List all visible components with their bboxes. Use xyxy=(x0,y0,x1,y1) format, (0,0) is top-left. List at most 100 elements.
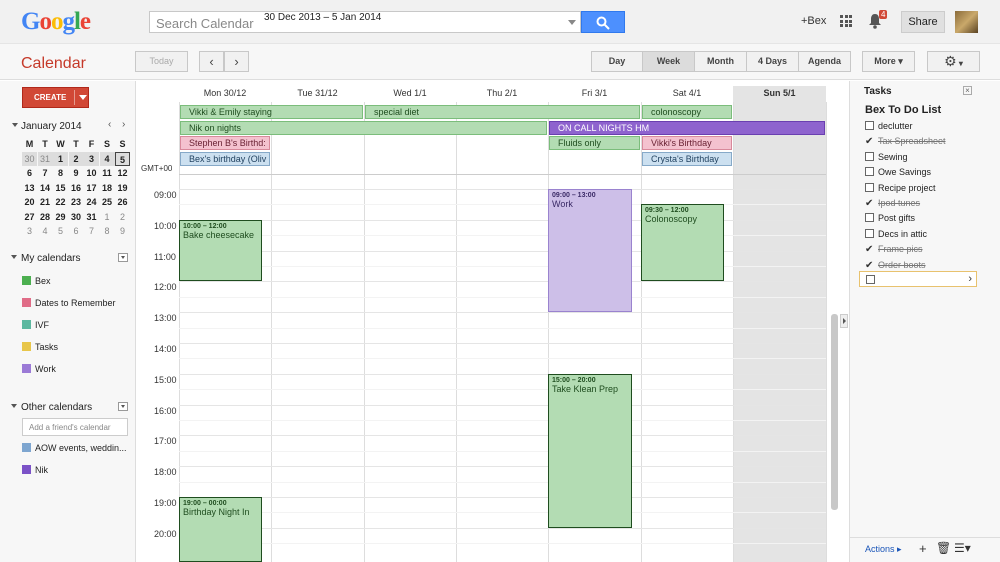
mini-calendar-day[interactable]: 7 xyxy=(38,166,53,180)
mini-calendar-day[interactable]: 31 xyxy=(37,151,53,166)
mini-calendar-day[interactable]: 1 xyxy=(53,151,68,166)
add-task-icon[interactable]: + xyxy=(919,541,927,556)
day-header[interactable]: Tue 31/12 xyxy=(271,88,364,102)
task-checkbox[interactable] xyxy=(865,228,874,238)
previous-button[interactable]: ‹ xyxy=(199,51,224,72)
mini-calendar-day[interactable]: 7 xyxy=(84,224,99,238)
calendar-item[interactable]: Nik xyxy=(22,465,48,475)
view-month-button[interactable]: Month xyxy=(694,51,747,72)
mini-calendar-day[interactable]: 8 xyxy=(100,224,115,238)
mini-calendar-day[interactable]: 1 xyxy=(100,210,115,224)
task-checkbox[interactable] xyxy=(865,182,874,192)
mini-calendar-day[interactable]: 19 xyxy=(115,181,130,195)
mini-next-month-icon[interactable]: › xyxy=(122,119,125,130)
day-header[interactable]: Sat 4/1 xyxy=(641,88,733,102)
task-checkbox[interactable] xyxy=(865,151,874,161)
calendar-item[interactable]: IVF xyxy=(22,320,49,330)
chevron-right-icon[interactable]: › xyxy=(968,273,972,285)
all-day-event[interactable]: Crysta's Birthday xyxy=(642,151,732,166)
trash-icon[interactable]: 🗑 xyxy=(936,541,951,555)
mini-calendar-day[interactable]: 26 xyxy=(115,195,130,209)
collapse-tasks-icon[interactable] xyxy=(840,314,848,328)
day-header[interactable]: Thu 2/1 xyxy=(456,88,548,102)
mini-calendar-day[interactable]: 13 xyxy=(22,181,37,195)
mini-calendar-day[interactable]: 5 xyxy=(53,224,68,238)
add-friend-calendar-input[interactable]: Add a friend's calendar xyxy=(22,418,128,436)
all-day-event[interactable]: Nik on nights xyxy=(180,120,547,135)
checkmark-icon[interactable]: ✔ xyxy=(865,136,874,147)
view-agenda-button[interactable]: Agenda xyxy=(798,51,851,72)
view-4days-button[interactable]: 4 Days xyxy=(746,51,799,72)
calendar-item[interactable]: Bex xyxy=(22,276,51,286)
search-options-icon[interactable] xyxy=(568,20,576,25)
mini-calendar-day[interactable]: 15 xyxy=(53,181,68,195)
mini-calendar-day[interactable]: 28 xyxy=(38,210,53,224)
all-day-event[interactable]: special diet xyxy=(365,105,640,119)
mini-calendar-day[interactable]: 4 xyxy=(99,151,115,166)
mini-calendar-day[interactable]: 21 xyxy=(38,195,53,209)
settings-button[interactable]: ⚙ ▾ xyxy=(927,51,980,72)
mini-calendar-day[interactable]: 12 xyxy=(115,166,130,180)
mini-calendar-day[interactable]: 11 xyxy=(100,166,115,180)
apps-grid-icon[interactable] xyxy=(840,15,852,27)
mini-calendar-day[interactable]: 25 xyxy=(100,195,115,209)
mini-calendar-day[interactable]: 3 xyxy=(84,151,99,166)
mini-calendar-day[interactable]: 27 xyxy=(22,210,37,224)
task-item[interactable]: ✔ Order boots xyxy=(865,260,926,271)
scrollbar[interactable] xyxy=(831,314,838,510)
all-day-event[interactable]: Vikki's Birthday xyxy=(642,136,732,150)
task-checkbox[interactable] xyxy=(865,213,874,223)
task-item[interactable]: Recipe project xyxy=(865,182,936,193)
day-header[interactable]: Mon 30/12 xyxy=(179,88,271,102)
timed-event[interactable]: 19:00 – 00:00 Birthday Night In xyxy=(179,497,262,562)
mini-calendar-day[interactable]: 17 xyxy=(84,181,99,195)
user-profile-link[interactable]: +Bex xyxy=(801,15,826,27)
mini-calendar-day[interactable]: 4 xyxy=(38,224,53,238)
mini-calendar-day[interactable]: 3 xyxy=(22,224,37,238)
create-dropdown-icon[interactable] xyxy=(79,95,87,100)
mini-calendar-day[interactable]: 10 xyxy=(84,166,99,180)
today-button[interactable]: Today xyxy=(135,51,188,72)
task-item[interactable]: ✔ Ipod tunes xyxy=(865,198,920,209)
timed-event[interactable]: 15:00 – 20:00 Take Klean Prep xyxy=(548,373,632,528)
create-event-button[interactable]: CREATE xyxy=(22,87,89,108)
all-day-event[interactable]: Stephen B's Birthd: xyxy=(180,136,270,150)
task-item[interactable]: ✔ Tax Spreadsheet xyxy=(865,136,946,147)
close-icon[interactable]: × xyxy=(963,86,972,95)
mini-prev-month-icon[interactable]: ‹ xyxy=(108,119,111,130)
all-day-event[interactable]: colonoscopy xyxy=(642,105,732,119)
task-checkbox[interactable] xyxy=(865,121,874,130)
timed-event[interactable]: 09:30 – 12:00 Colonoscopy xyxy=(641,204,724,282)
checkmark-icon[interactable]: ✔ xyxy=(865,244,874,255)
all-day-event[interactable]: Bex's birthday (Oliv xyxy=(180,151,270,166)
mini-calendar-day[interactable]: 6 xyxy=(22,166,37,180)
timed-event[interactable]: 10:00 – 12:00 Bake cheesecake xyxy=(179,219,262,282)
task-item[interactable]: ✔ Frame pics xyxy=(865,244,923,255)
mini-calendar-day[interactable]: 18 xyxy=(100,181,115,195)
mini-calendar-day[interactable]: 14 xyxy=(38,181,53,195)
share-button[interactable]: Share xyxy=(901,11,945,33)
mini-calendar-day[interactable]: 5 xyxy=(115,151,130,166)
mini-calendar-day[interactable]: 22 xyxy=(53,195,68,209)
all-day-event[interactable]: ON CALL NIGHTS HM xyxy=(549,120,825,135)
mini-calendar-day[interactable]: 24 xyxy=(84,195,99,209)
mini-calendar-day[interactable]: 16 xyxy=(69,181,84,195)
new-task-input[interactable]: › xyxy=(859,271,977,287)
mini-calendar-day[interactable]: 6 xyxy=(69,224,84,238)
next-button[interactable]: › xyxy=(224,51,249,72)
view-week-button[interactable]: Week xyxy=(642,51,695,72)
mini-calendar-day[interactable]: 30 xyxy=(69,210,84,224)
mini-calendar-month[interactable]: January 2014 xyxy=(12,121,82,132)
list-menu-icon[interactable]: ☰▾ xyxy=(954,541,971,555)
timed-event[interactable]: 09:00 – 13:00 Work xyxy=(548,189,632,313)
mini-calendar-day[interactable]: 23 xyxy=(69,195,84,209)
calendar-item[interactable]: Tasks xyxy=(22,342,58,352)
checkmark-icon[interactable]: ✔ xyxy=(865,260,874,271)
day-header[interactable]: Fri 3/1 xyxy=(548,88,641,102)
calendar-item[interactable]: Work xyxy=(22,364,56,374)
task-item[interactable]: Post gifts xyxy=(865,213,915,223)
day-header[interactable]: Sun 5/1 xyxy=(733,88,826,102)
search-button[interactable] xyxy=(581,11,625,33)
mini-calendar-day[interactable]: 20 xyxy=(22,195,37,209)
task-item[interactable]: Owe Savings xyxy=(865,167,931,177)
